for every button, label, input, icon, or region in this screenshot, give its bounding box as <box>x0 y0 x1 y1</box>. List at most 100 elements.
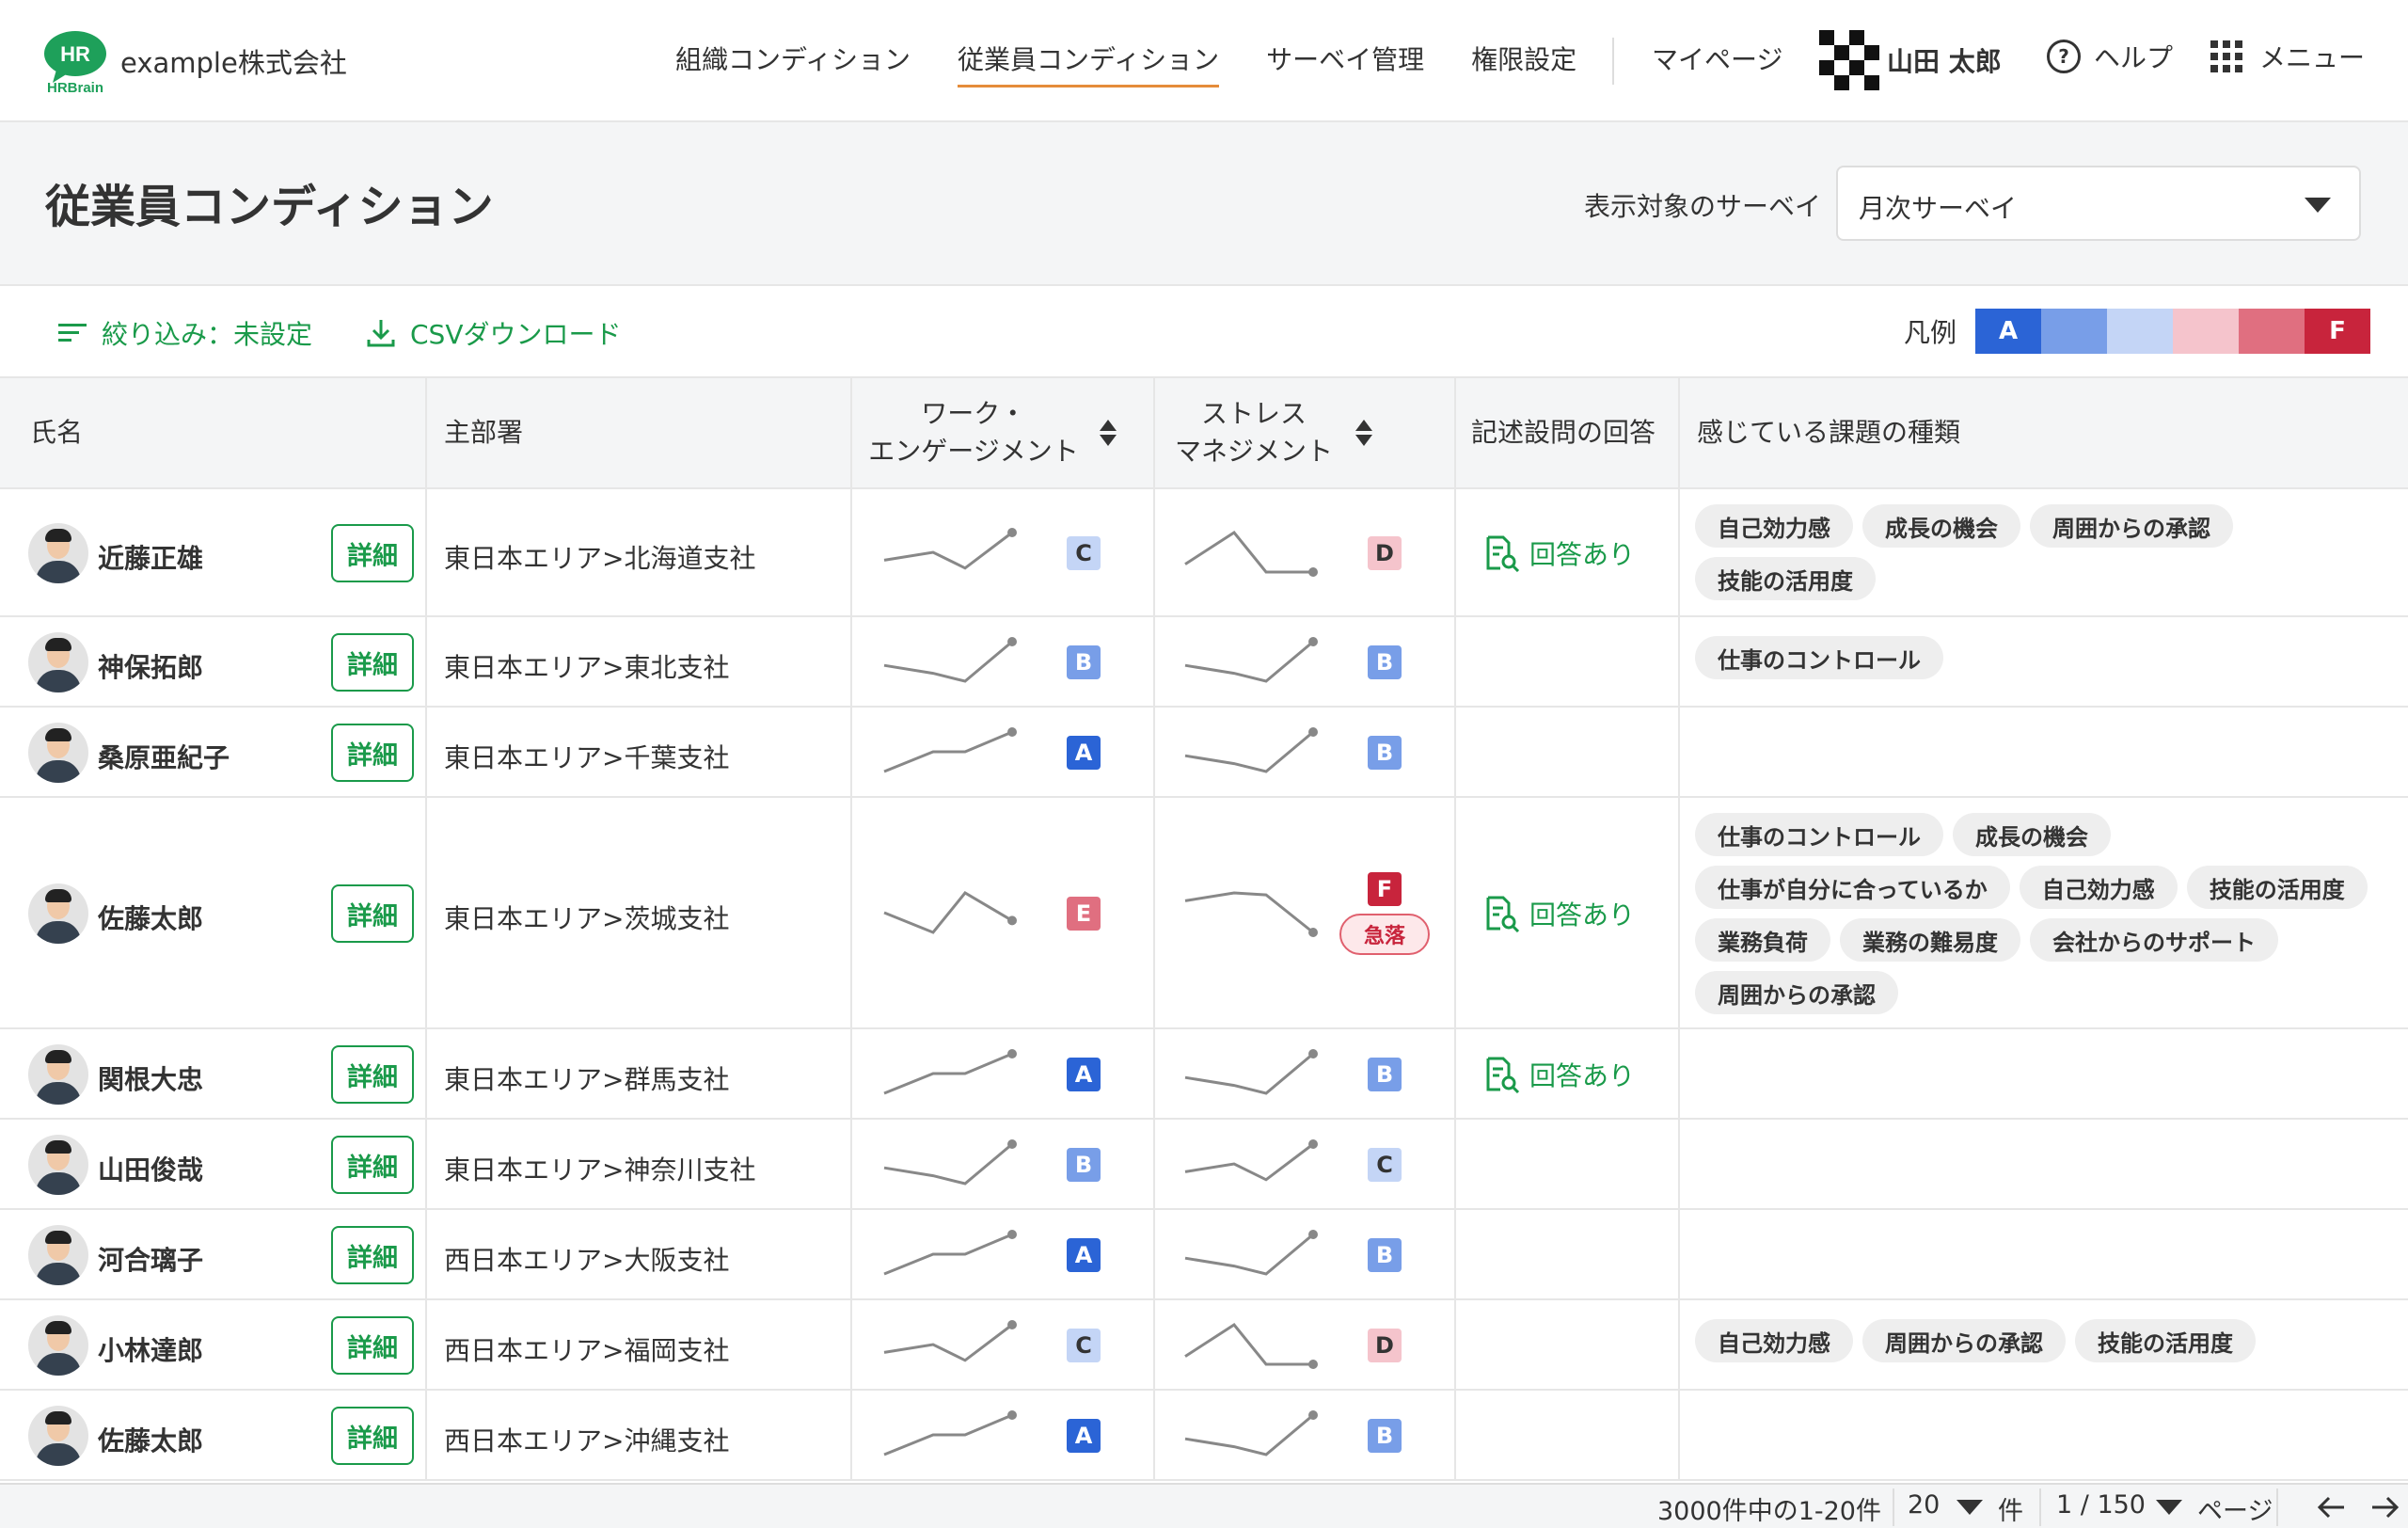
company-name: example株式会社 <box>120 47 347 79</box>
title-bar: 従業員コンディション 表示対象のサーベイ 月次サーベイ <box>0 122 2408 286</box>
nav-item[interactable]: 従業員コンディション <box>958 40 1220 88</box>
detail-button[interactable]: 詳細 <box>331 884 414 943</box>
stress-grade-badge: F <box>1368 872 1402 906</box>
page-select[interactable]: 1 / 150 <box>2056 1490 2146 1520</box>
table-cell <box>1456 617 1680 706</box>
table-cell <box>1456 1391 1680 1479</box>
grid-menu-icon <box>2210 40 2242 72</box>
engagement-sparkline <box>883 1320 1017 1362</box>
help-link[interactable]: ? ヘルプ <box>2047 38 2173 75</box>
header-dept: 主部署 <box>444 417 524 448</box>
download-icon <box>367 320 395 347</box>
per-page-unit: 件 <box>1998 1497 2023 1526</box>
user-menu[interactable]: 山田 太郎 <box>1819 30 2002 90</box>
header-we-line2: エンゲージメント <box>868 436 1079 467</box>
issue-tag: 周囲からの承認 <box>1862 1319 2066 1362</box>
page-title: 従業員コンディション <box>45 181 494 233</box>
table-cell <box>1680 1210 2408 1298</box>
detail-button[interactable]: 詳細 <box>331 1407 414 1465</box>
header-sm-line1: ストレス <box>1200 398 1307 429</box>
table-cell <box>1680 1120 2408 1208</box>
detail-button[interactable]: 詳細 <box>331 724 414 782</box>
prev-page-arrow-icon[interactable] <box>2316 1494 2348 1520</box>
stress-grade-badge: D <box>1368 1329 1402 1362</box>
nav-item[interactable]: サーベイ管理 <box>1266 40 1424 85</box>
header-sm-line2: マネジメント <box>1174 436 1333 467</box>
issue-tag: 自己効力感 <box>2019 866 2178 909</box>
issue-tag: 周囲からの承認 <box>1695 971 1898 1014</box>
detail-button[interactable]: 詳細 <box>331 1226 414 1284</box>
filter-label: 絞り込み：未設定 <box>102 319 313 350</box>
pagination-footer: 3000件中の1-20件 20 件 1 / 150 ページ <box>0 1483 2408 1528</box>
engagement-sparkline <box>883 727 1017 773</box>
sort-icon[interactable] <box>1099 418 1117 448</box>
stress-grade-badge: B <box>1368 1419 1402 1453</box>
menu-button[interactable]: メニュー <box>2210 38 2365 75</box>
department: 東日本エリア>東北支社 <box>444 652 730 683</box>
footer-divider <box>2039 1488 2041 1526</box>
legend-swatch: A <box>1975 309 2042 354</box>
engagement-grade-badge: B <box>1067 645 1101 679</box>
detail-button[interactable]: 詳細 <box>331 1136 414 1194</box>
next-page-arrow-icon[interactable] <box>2368 1494 2400 1520</box>
legend-label: 凡例 <box>1904 317 1957 348</box>
survey-select[interactable]: 月次サーベイ <box>1836 166 2361 241</box>
legend-swatch <box>2173 309 2240 354</box>
legend-swatches: AF <box>1975 309 2371 354</box>
table-cell <box>1456 1300 1680 1389</box>
table-cell <box>1680 1029 2408 1118</box>
nav-item[interactable]: 権限設定 <box>1471 40 1576 85</box>
detail-button[interactable]: 詳細 <box>331 1045 414 1104</box>
stress-sparkline <box>1184 1139 1318 1182</box>
filter-button[interactable]: 絞り込み：未設定 <box>56 314 312 352</box>
employee-avatar <box>28 1044 88 1105</box>
engagement-grade-badge: A <box>1067 1238 1101 1272</box>
employee-avatar <box>28 1135 88 1195</box>
employee-avatar <box>28 723 88 783</box>
csv-download-button[interactable]: CSVダウンロード <box>365 314 621 352</box>
detail-button[interactable]: 詳細 <box>331 524 414 582</box>
employee-name: 桑原亜紀子 <box>98 742 230 773</box>
employee-name: 神保拓郎 <box>98 652 204 683</box>
sort-icon[interactable] <box>1354 418 1373 448</box>
legend-swatch <box>2107 309 2174 354</box>
view-answers-link[interactable]: 回答あり <box>1484 534 1635 572</box>
engagement-sparkline <box>883 1410 1017 1456</box>
employee-name: 小林達郎 <box>98 1335 204 1366</box>
issue-tag: 技能の活用度 <box>2075 1319 2256 1362</box>
issue-tag: 会社からのサポート <box>2030 918 2278 962</box>
view-answers-link[interactable]: 回答あり <box>1484 1056 1635 1093</box>
per-page-select[interactable]: 20 <box>1908 1490 1940 1520</box>
logo-subtext: HRBrain <box>47 80 103 94</box>
stress-sparkline <box>1184 1410 1318 1456</box>
header-issues: 感じている課題の種類 <box>1697 417 1961 448</box>
header-free: 記述設問の回答 <box>1471 417 1656 448</box>
table-cell <box>1680 1391 2408 1479</box>
employee-name: 佐藤太郎 <box>98 1425 204 1456</box>
engagement-sparkline <box>883 528 1017 570</box>
per-page-value: 20 <box>1908 1490 1941 1520</box>
stress-sparkline <box>1184 727 1318 773</box>
detail-button[interactable]: 詳細 <box>331 1316 414 1375</box>
issue-tag: 自己効力感 <box>1695 1319 1853 1362</box>
legend-swatch <box>2041 309 2108 354</box>
page-chevron-icon[interactable] <box>2156 1500 2182 1515</box>
stress-grade-badge: B <box>1368 1238 1402 1272</box>
stress-grade-badge: B <box>1368 645 1402 679</box>
survey-select-value: 月次サーベイ <box>1859 193 2018 224</box>
engagement-sparkline <box>883 1139 1017 1186</box>
table-header: 氏名 主部署 ワーク・ エンゲージメント ストレス マネジメント 記述設問の回答 感じている課… <box>0 378 2408 489</box>
table-cell <box>1456 1120 1680 1208</box>
hrbrain-logo[interactable]: HR HRBrain <box>41 28 109 94</box>
page-value: 1 / 150 <box>2056 1490 2146 1520</box>
mypage-link[interactable]: マイページ <box>1652 40 1782 77</box>
detail-button[interactable]: 詳細 <box>331 633 414 692</box>
document-search-icon <box>1486 535 1520 572</box>
issue-tag: 仕事が自分に合っているか <box>1695 866 2010 909</box>
table-row: 近藤正雄 詳細 東日本エリア>北海道支社 C D 回答あり 自己効力感 成長の機会 周囲からの承… <box>0 489 2408 617</box>
view-answers-link[interactable]: 回答あり <box>1484 895 1635 932</box>
nav-item[interactable]: 組織コンディション <box>675 40 911 85</box>
issue-tag: 自己効力感 <box>1695 504 1853 548</box>
per-page-chevron-icon[interactable] <box>1956 1500 1983 1515</box>
issue-tag: 技能の活用度 <box>1695 557 1876 600</box>
